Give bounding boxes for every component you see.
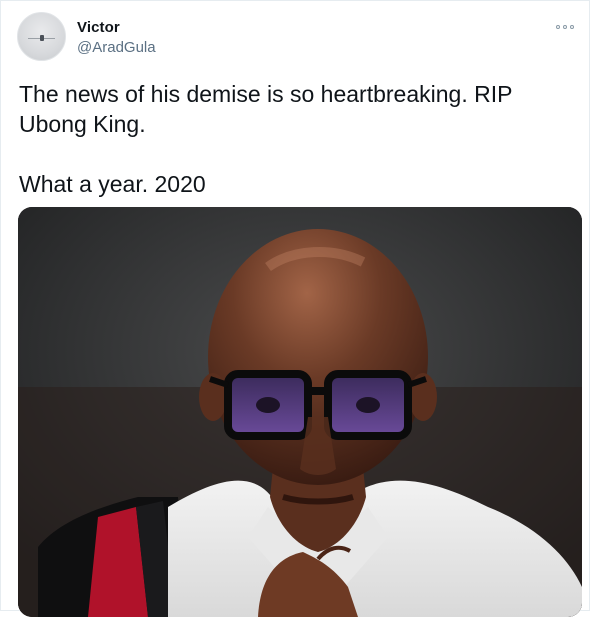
more-dot — [570, 25, 574, 29]
more-dot — [556, 25, 560, 29]
tweet-media-photo[interactable] — [18, 207, 582, 617]
author-name[interactable]: Victor — [77, 19, 120, 36]
author-handle[interactable]: @AradGula — [77, 39, 156, 56]
portrait-photo — [18, 207, 582, 617]
more-options-icon[interactable] — [556, 23, 574, 31]
tweet-text: The news of his demise is so heartbreaki… — [19, 81, 513, 197]
avatar[interactable] — [17, 12, 66, 61]
more-dot — [563, 25, 567, 29]
avatar-mark-decoration — [40, 35, 44, 41]
tweet-card: Victor @AradGula The news of his demise … — [0, 0, 590, 617]
